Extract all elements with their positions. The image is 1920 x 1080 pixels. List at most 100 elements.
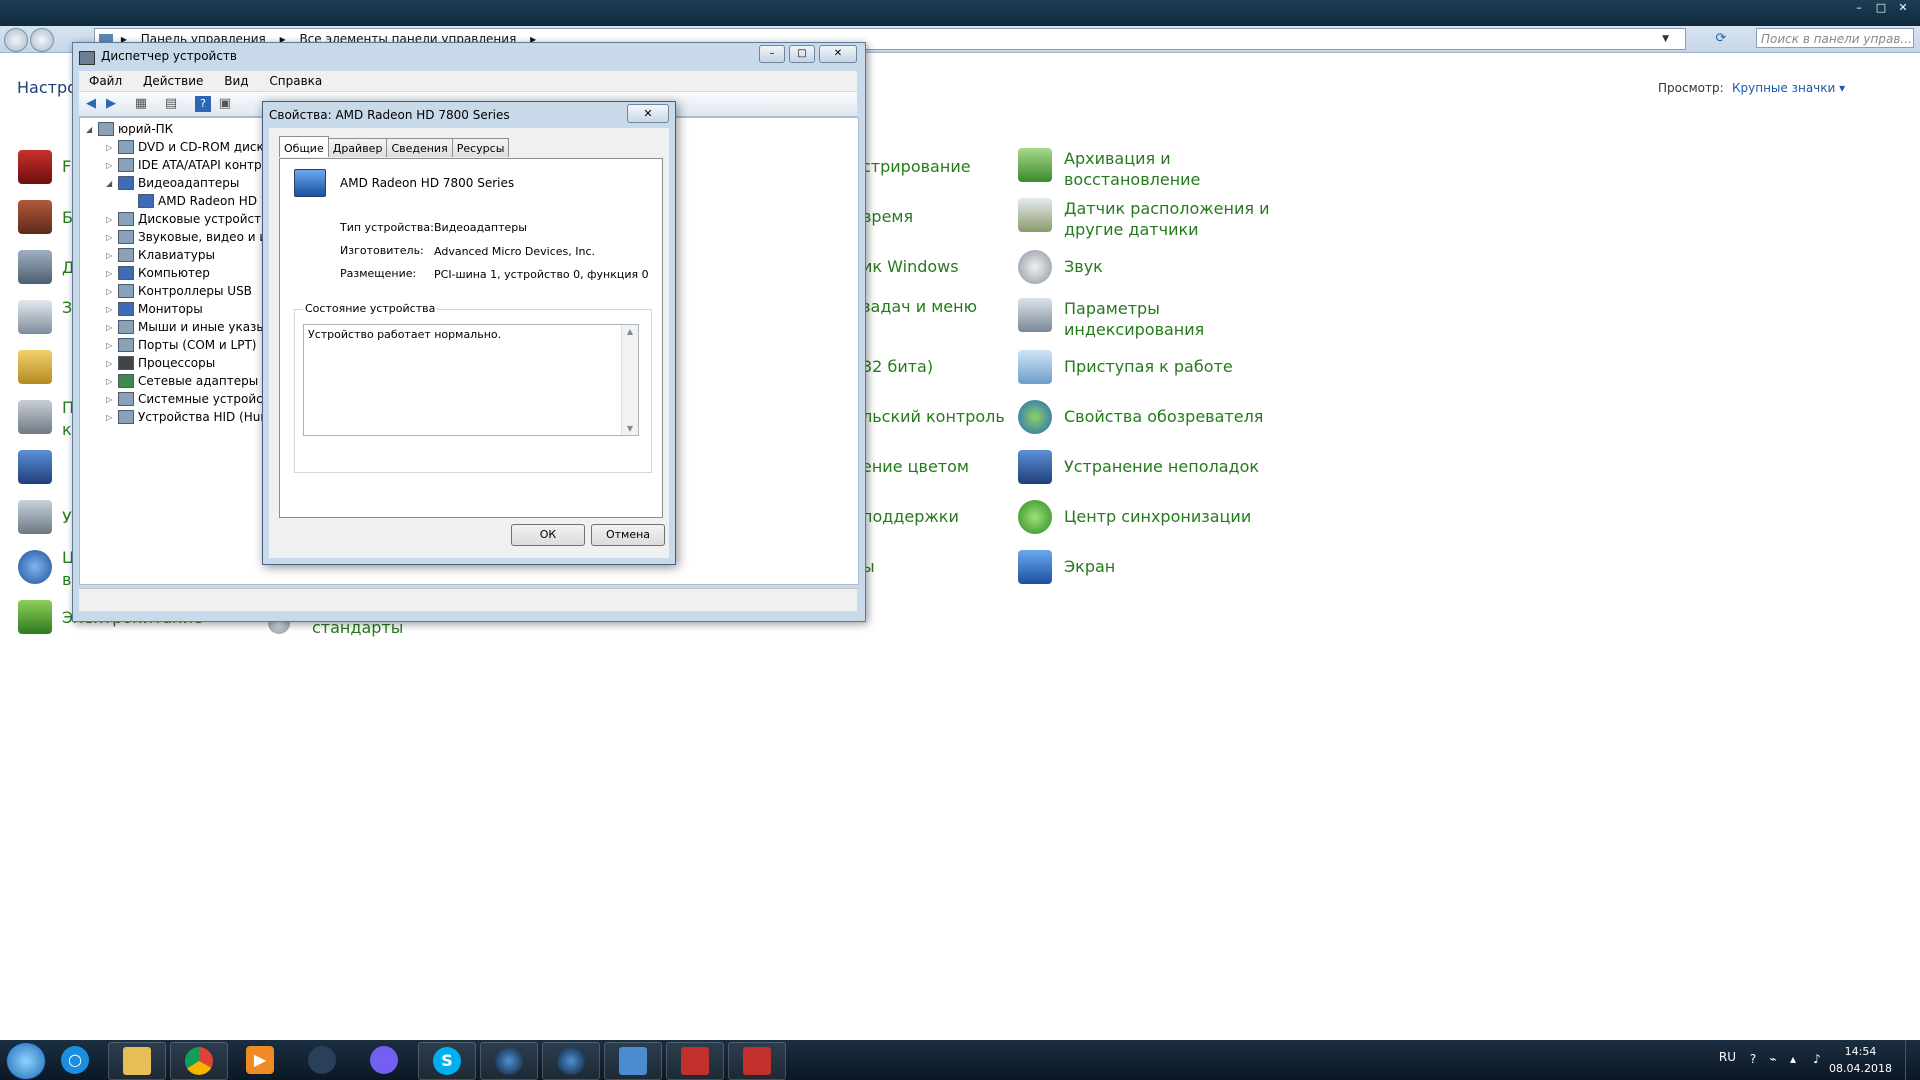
expand-icon[interactable]: ▷ [106,143,116,152]
cp-item-partial[interactable]: У [62,508,72,527]
folder-icon[interactable] [18,350,52,384]
expand-icon[interactable]: ▷ [106,269,116,278]
tree-item[interactable]: ▷ Порты (COM и LPT) [106,338,256,352]
menu-view[interactable]: Вид [224,74,248,88]
help-icon[interactable]: ? [195,96,211,112]
flash-icon[interactable] [18,150,52,184]
cp-item-partial[interactable]: в [62,570,71,589]
recovery-icon[interactable] [18,300,52,334]
cp-item-partial[interactable]: поддержки [862,507,959,526]
taskbar-device-manager-2[interactable] [728,1042,786,1080]
search-input[interactable]: Поиск в панели управ... [1756,28,1914,48]
taskbar-viber[interactable] [356,1042,412,1078]
cp-item-display[interactable]: Экран [1018,550,1284,584]
cp-item-partial[interactable]: F [62,157,71,176]
tab-driver[interactable]: Драйвер [327,138,388,157]
expand-icon[interactable]: ▷ [106,305,116,314]
device-status-textbox[interactable]: Устройство работает нормально. ▲ ▼ [303,324,639,436]
back-button[interactable] [4,28,28,52]
ok-button[interactable]: ОК [511,524,585,546]
cp-item-partial[interactable]: 32 бита) [862,357,933,376]
maximize-button[interactable]: □ [789,45,815,63]
tree-item[interactable]: ◢ Видеоадаптеры [106,176,239,190]
taskbar-app-dark-1[interactable] [480,1042,538,1080]
device-icon[interactable] [18,250,52,284]
forward-button[interactable] [30,28,54,52]
taskbar-search-app[interactable]: ○ [52,1042,98,1078]
expand-icon[interactable]: ▷ [106,161,116,170]
expand-icon[interactable]: ▷ [106,341,116,350]
help-icon[interactable]: ? [1746,1052,1760,1066]
tree-item[interactable]: ▷ Процессоры [106,356,215,370]
properties-icon[interactable]: ▦ [133,96,149,112]
cp-item-getting-started[interactable]: Приступая к работе [1018,350,1284,384]
scroll-up-icon[interactable]: ▲ [622,327,638,336]
tree-item[interactable]: ▷ Дисковые устройства [106,212,276,226]
cp-item-partial[interactable]: ик Windows [862,257,959,276]
tree-item[interactable]: ▷ Системные устройств [106,392,277,406]
expand-icon[interactable]: ▷ [106,287,116,296]
expand-icon[interactable]: ▷ [106,215,116,224]
menu-help[interactable]: Справка [269,74,322,88]
close-button[interactable]: ✕ [819,45,857,63]
expand-icon[interactable]: ▷ [106,413,116,422]
menu-file[interactable]: Файл [89,74,122,88]
firewall-icon[interactable] [18,200,52,234]
cp-item-partial[interactable]: ение цветом [862,457,969,476]
cp-item-partial[interactable]: время [862,207,913,226]
chevron-down-icon[interactable]: ▼ [1662,29,1669,49]
tab-resources[interactable]: Ресурсы [451,138,510,157]
tree-item[interactable]: ▷ Контроллеры USB [106,284,252,298]
view-mode-dropdown[interactable]: Крупные значки ▾ [1732,81,1845,95]
show-desktop-button[interactable] [1905,1040,1920,1080]
ease-of-access-icon[interactable] [18,550,52,584]
scroll-down-icon[interactable]: ▼ [622,424,638,433]
cp-item-partial[interactable]: З [62,298,72,317]
taskbar-skype[interactable]: S [418,1042,476,1080]
chevron-up-icon[interactable]: ▴ [1786,1052,1800,1066]
volume-icon[interactable]: ♪ [1810,1052,1824,1066]
taskbar-app-dark-2[interactable] [542,1042,600,1080]
tree-root[interactable]: ◢ юрий-ПК [86,122,173,136]
tree-item[interactable]: ▷ IDE ATA/ATAPI контр [106,158,262,172]
list-icon[interactable]: ▤ [163,96,179,112]
tree-item[interactable]: ▷ Мыши и иные указы [106,320,266,334]
close-button[interactable]: ✕ [1892,0,1914,16]
start-button[interactable] [6,1042,46,1080]
monitor-icon[interactable] [18,450,52,484]
cp-item-partial[interactable]: задач и меню [862,297,977,316]
back-arrow-icon[interactable]: ◀ [83,96,99,112]
taskbar-device-manager-1[interactable] [666,1042,724,1080]
maximize-button[interactable]: □ [1870,0,1892,16]
cp-item-troubleshooting[interactable]: Устранение неполадок [1018,450,1284,484]
taskbar-explorer[interactable] [108,1042,166,1080]
cancel-button[interactable]: Отмена [591,524,665,546]
collapse-icon[interactable]: ◢ [86,125,96,134]
printer-icon[interactable] [18,500,52,534]
taskbar-control-panel[interactable] [604,1042,662,1080]
tree-item[interactable]: ▷ DVD и CD-ROM диско [106,140,271,154]
forward-arrow-icon[interactable]: ▶ [103,96,119,112]
tree-item[interactable]: ▷ Клавиатуры [106,248,215,262]
expand-icon[interactable]: ▷ [106,323,116,332]
cp-item-partial[interactable]: стрирование [862,157,971,176]
close-icon[interactable]: ✕ [627,104,669,123]
expand-icon[interactable]: ▷ [106,377,116,386]
expand-icon[interactable]: ▷ [106,251,116,260]
cp-item-partial[interactable]: льский контроль [862,407,1005,426]
network-icon[interactable]: ⌁ [1766,1052,1780,1066]
taskbar-chrome[interactable] [170,1042,228,1080]
minimize-button[interactable]: – [759,45,785,63]
power-icon[interactable] [18,600,52,634]
cp-item-sound[interactable]: Звук [1018,250,1284,284]
taskbar-steam[interactable] [294,1042,350,1078]
tree-item[interactable]: ▷ Компьютер [106,266,210,280]
minimize-button[interactable]: – [1848,0,1870,16]
cp-item-indexing[interactable]: Параметры индексирования [1018,298,1284,340]
collapse-icon[interactable]: ◢ [106,179,116,188]
tab-details[interactable]: Сведения [386,138,453,157]
window-icon[interactable]: ▣ [217,96,233,112]
scrollbar[interactable]: ▲ ▼ [621,325,638,435]
cp-item-partial[interactable]: к [62,420,72,439]
tree-item-selected[interactable]: AMD Radeon HD 7 [126,194,269,208]
